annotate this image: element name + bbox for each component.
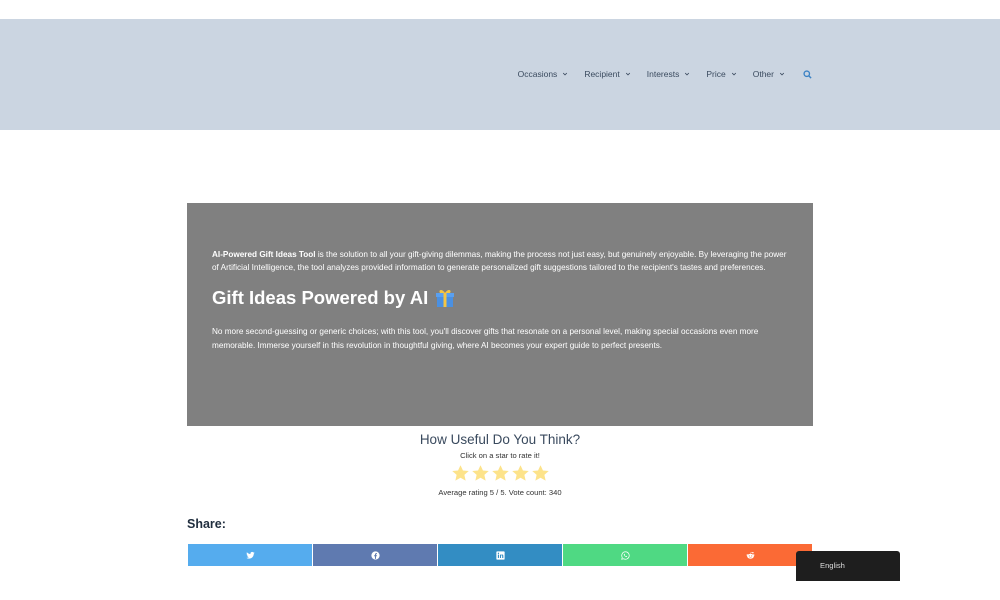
hero-heading-text: Gift Ideas Powered by AI <box>212 287 429 309</box>
share-button-whatsapp[interactable] <box>563 544 687 566</box>
nav-item-price[interactable]: Price <box>706 69 736 79</box>
nav-item-label: Interests <box>646 69 680 79</box>
chevron-down-icon <box>779 72 785 76</box>
nav-item-other[interactable]: Other <box>753 69 785 79</box>
hero-intro: AI-Powered Gift Ideas Tool is the soluti… <box>212 248 788 274</box>
star-icon[interactable] <box>471 464 490 483</box>
nav-item-interests[interactable]: Interests <box>647 69 691 79</box>
nav-item-label: Occasions <box>517 69 558 79</box>
rating-subtitle: Click on a star to rate it! <box>460 451 540 460</box>
rating-average: Average rating 5 / 5. Vote count: 340 <box>438 488 562 497</box>
rating-widget: How Useful Do You Think? Click on a star… <box>187 432 813 497</box>
chevron-down-icon <box>685 72 690 76</box>
nav-item-recipient[interactable]: Recipient <box>584 69 630 79</box>
hero-intro-bold: AI-Powered Gift Ideas Tool <box>212 250 316 259</box>
chevron-down-icon <box>625 72 630 76</box>
nav-item-label: Other <box>752 69 774 79</box>
hero-heading: Gift Ideas Powered by AI <box>212 287 788 309</box>
language-switcher[interactable]: English <box>796 551 900 581</box>
hero-section: AI-Powered Gift Ideas Tool is the soluti… <box>187 203 813 426</box>
language-label: English <box>820 561 845 570</box>
chevron-down-icon <box>731 72 736 76</box>
share-label: Share: <box>187 517 226 531</box>
reddit-icon <box>746 551 754 559</box>
site-header: Occasions Recipient Interests Price Othe… <box>0 19 1000 130</box>
star-icon[interactable] <box>511 464 530 483</box>
share-buttons <box>188 544 812 566</box>
main-nav: Occasions Recipient Interests Price Othe… <box>502 68 812 80</box>
star-icon[interactable] <box>531 464 550 483</box>
nav-item-occasions[interactable]: Occasions <box>518 69 569 79</box>
share-button-linkedin[interactable] <box>438 544 562 566</box>
star-icon[interactable] <box>451 464 470 483</box>
rating-title: How Useful Do You Think? <box>419 432 581 447</box>
star-icon[interactable] <box>491 464 510 483</box>
search-icon[interactable] <box>803 69 812 79</box>
nav-item-label: Price <box>706 69 726 79</box>
linkedin-icon <box>495 550 505 560</box>
chevron-down-icon <box>563 72 568 76</box>
share-button-twitter[interactable] <box>188 544 312 566</box>
star-rating <box>187 464 813 483</box>
twitter-icon <box>245 551 255 559</box>
share-button-facebook[interactable] <box>313 544 437 566</box>
facebook-icon <box>370 550 380 560</box>
gift-icon <box>436 290 455 308</box>
nav-item-label: Recipient <box>584 69 620 79</box>
whatsapp-icon <box>620 550 630 560</box>
hero-body: No more second-guessing or generic choic… <box>212 327 759 350</box>
share-button-reddit[interactable] <box>688 544 812 566</box>
